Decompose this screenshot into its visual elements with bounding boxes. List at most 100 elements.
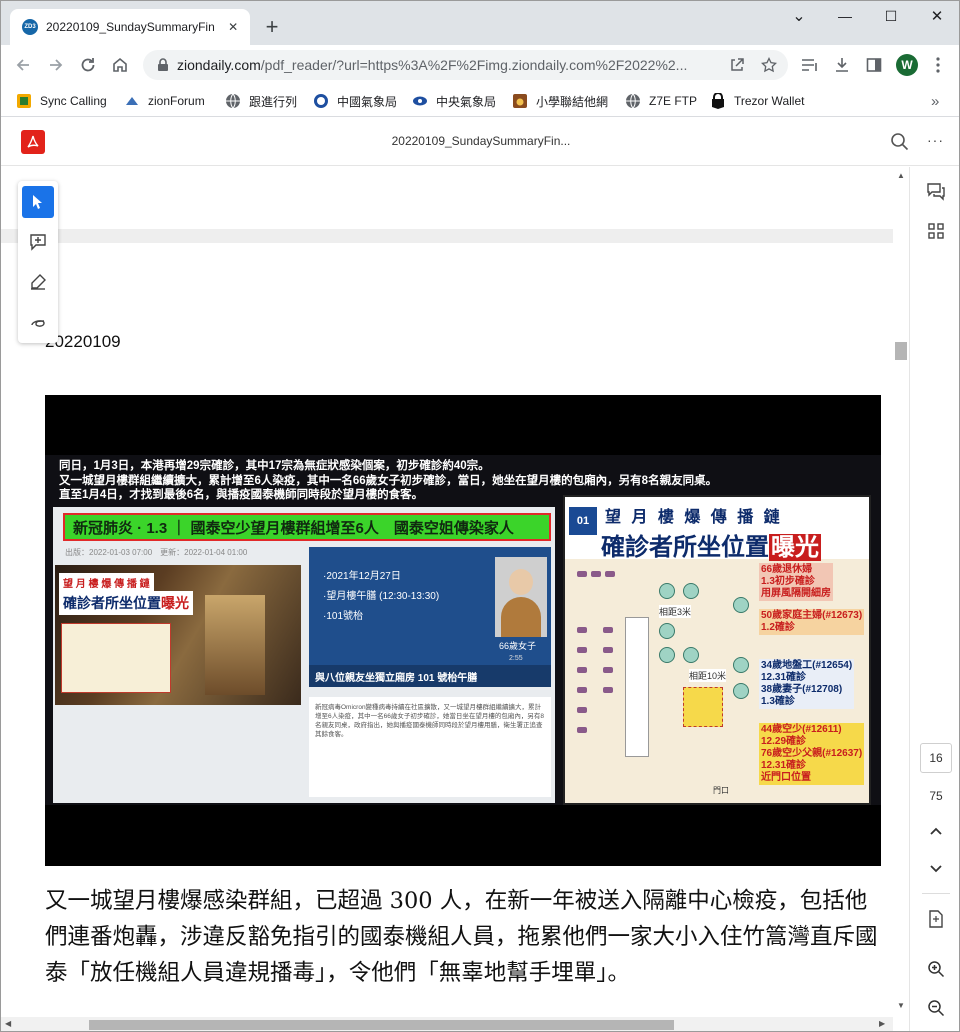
chair [577,647,587,653]
scroll-left-arrow-icon[interactable]: ◀ [5,1019,11,1028]
back-button[interactable] [9,51,37,79]
reload-button[interactable] [74,51,102,79]
bookmark-zionforum[interactable]: zionForum [124,91,205,111]
browser-menu-icon[interactable] [928,55,948,75]
bookmark-label: Trezor Wallet [734,94,805,108]
case-tag: 34歲地盤工(#12654) 12.31確診 38歲妻子(#12708) 1.3… [759,659,855,709]
table [733,683,749,699]
distance-label: 相距10米 [689,669,727,682]
bookmark-sync-calling[interactable]: Sync Calling [16,91,107,111]
scroll-right-arrow-icon[interactable]: ▶ [879,1019,885,1028]
photo-title-highlight: 曝光 [161,595,189,611]
pdf-more-options-icon[interactable]: ··· [927,132,944,148]
tab-close-icon[interactable]: ✕ [224,18,242,36]
horizontal-scrollbar[interactable]: ◀ ▶ [1,1017,893,1031]
reading-list-icon[interactable] [800,55,820,75]
bookmark-guitar[interactable]: 小學聯結他網 [512,91,608,111]
case-info-line: ·2021年12月27日 [323,571,401,582]
chair [603,667,613,673]
vertical-scroll-thumb[interactable] [895,342,907,360]
zoom-out-icon[interactable] [924,996,948,1020]
patient-face [509,569,533,595]
vertical-scrollbar[interactable]: ▲ ▼ [893,167,909,1017]
chair [605,571,615,577]
photo-title-main: 確診者所坐位置曝光 [59,591,193,615]
minimize-button[interactable]: — [822,1,868,31]
chair [577,687,587,693]
seating-chart-header: 01 望 月 樓 爆 傳 播 鏈 確診者所坐位置曝光 [565,497,869,561]
bookmark-cwb[interactable]: 中央氣象局 [412,91,496,111]
download-icon[interactable] [832,55,852,75]
reload-icon [81,58,95,72]
current-page-input[interactable]: 16 [920,743,952,773]
pdf-right-rail: 16 75 [909,167,959,1031]
pdf-search-icon[interactable] [890,132,910,157]
bookmark-label: Z7E FTP [649,94,698,108]
maximize-button[interactable]: ☐ [868,1,914,31]
patient-label: 66歲女子 [499,641,537,651]
browser-window: ZD3 20220109_SundaySummaryFin ✕ + ⌄ — ☐ … [0,0,960,1032]
seating-chart-panel: 01 望 月 樓 爆 傳 播 鏈 確診者所坐位置曝光 相距3米 相距10米 門口… [563,495,871,805]
patient-illustration [495,557,547,637]
cursor-arrow-icon [33,195,42,209]
bookmark-label: 中國氣象局 [337,94,398,109]
add-comment-button[interactable] [22,226,54,258]
caption-line: 同日，1月3日，本港再增29宗確診，其中17宗為無症狀感染個案，初步確診約40宗… [59,460,490,472]
lock-icon [158,58,168,71]
highlight-tool-button[interactable] [22,266,54,298]
page-fit-icon[interactable] [924,907,948,931]
restaurant-sign [205,595,265,695]
seating-title-highlight: 曝光 [769,534,821,561]
scroll-up-arrow-icon[interactable]: ▲ [897,171,905,180]
side-panel-icon[interactable] [864,55,884,75]
scroll-down-arrow-icon[interactable]: ▼ [897,1001,905,1010]
guitar-icon [512,93,528,109]
home-button[interactable] [106,51,134,79]
hk01-logo: 01 [569,507,597,535]
profile-avatar[interactable]: W [896,54,918,76]
case-info-line: ·101號枱 [323,611,364,622]
bookmark-label: Sync Calling [40,94,107,108]
close-window-button[interactable]: ✕ [914,1,959,31]
table [733,657,749,673]
previous-page-chevron-up-icon[interactable] [924,819,948,843]
horizontal-scroll-thumb[interactable] [89,1020,674,1030]
table [733,597,749,613]
draw-tool-button[interactable] [22,306,54,338]
active-tab[interactable]: ZD3 20220109_SundaySummaryFin ✕ [10,9,250,45]
zionforum-icon [124,93,140,109]
pdf-document-area[interactable]: 20220109 同日，1月3日，本港再增29宗確診，其中17宗為無症狀感染個案… [1,167,893,1017]
next-page-chevron-down-icon[interactable] [924,857,948,881]
new-tab-button[interactable]: + [259,14,285,40]
table [659,647,675,663]
chair [577,627,587,633]
bookmark-trezor[interactable]: Trezor Wallet [710,91,804,111]
case-tag: 50歲家庭主婦(#12673) 1.2確診 [759,609,865,635]
chair [577,707,587,713]
tab-search-icon[interactable]: ⌄ [776,1,822,31]
chair [591,571,601,577]
bookmark-star-icon[interactable] [759,55,779,75]
total-pages: 75 [929,789,943,803]
bookmark-cma[interactable]: 中國氣象局 [313,91,397,111]
globe-icon [225,93,241,109]
chair [577,667,587,673]
bookmarks-overflow-button[interactable]: » [931,91,939,111]
thumbnails-grid-icon[interactable] [924,219,948,243]
zoom-in-icon[interactable] [924,957,948,981]
chair [577,727,587,733]
address-bar[interactable]: ziondaily.com/pdf_reader/?url=https%3A%2… [143,50,788,80]
page-separator [1,229,893,243]
url-text: ziondaily.com/pdf_reader/?url=https%3A%2… [177,57,717,73]
news-meta: 出版：2022-01-03 07:00 更新：2022-01-04 01:00 [65,548,248,557]
table [683,583,699,599]
select-tool-button[interactable] [22,186,54,218]
share-icon[interactable] [727,55,747,75]
comments-panel-icon[interactable] [924,179,948,203]
bookmark-follow-queue[interactable]: 跟進行列 [225,91,297,111]
news-headline: 新冠肺炎 · 1.3 ｜ 國泰空少望月樓群組增至6人 國泰空姐傳染家人 [63,513,551,541]
forward-button[interactable] [42,51,70,79]
home-icon [113,57,127,72]
rail-divider [922,893,950,894]
bookmark-z7e-ftp[interactable]: Z7E FTP [625,91,697,111]
